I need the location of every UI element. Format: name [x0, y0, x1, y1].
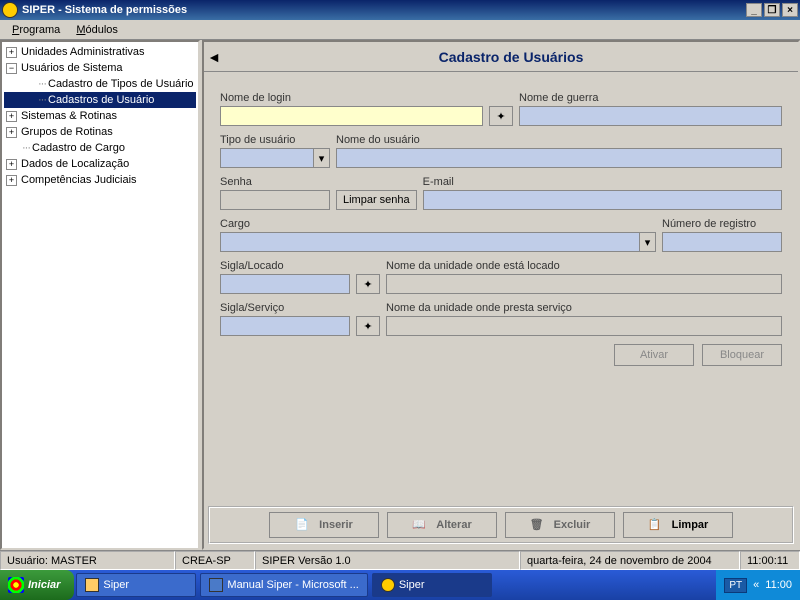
back-arrow-icon[interactable]: ◄ — [204, 49, 224, 65]
sigla-servico-input[interactable] — [220, 316, 350, 336]
system-tray: PT « 11:00 — [716, 570, 800, 600]
app-icon — [381, 578, 395, 592]
nome-usuario-input[interactable] — [336, 148, 782, 168]
chevron-down-icon[interactable]: ▾ — [639, 233, 655, 251]
folder-icon — [85, 578, 99, 592]
page-title: Cadastro de Usuários — [224, 49, 798, 65]
delete-icon: 🗑 — [530, 518, 544, 532]
label-cargo: Cargo — [220, 218, 656, 230]
titlebar: SIPER - Sistema de permissões _ ❐ × — [0, 0, 800, 20]
tray-clock: 11:00 — [765, 579, 792, 591]
task-siper-app[interactable]: Siper — [372, 573, 492, 597]
label-unidade-locado: Nome da unidade onde está locado — [386, 260, 782, 272]
app-icon — [2, 2, 18, 18]
window-title: SIPER - Sistema de permissões — [22, 4, 746, 16]
search-icon: ✦ — [496, 110, 505, 123]
excluir-button[interactable]: 🗑Excluir — [505, 512, 615, 538]
expand-icon[interactable]: + — [6, 175, 17, 186]
unidade-servico-input[interactable] — [386, 316, 782, 336]
tray-prev-icon[interactable]: « — [753, 579, 759, 591]
label-nome-login: Nome de login — [220, 92, 483, 104]
tree-cadastros-usuario[interactable]: Cadastros de Usuário — [4, 92, 196, 108]
maximize-button[interactable]: ❐ — [764, 3, 780, 17]
windows-icon — [8, 577, 24, 593]
expand-icon[interactable]: + — [6, 127, 17, 138]
search-icon: ✦ — [363, 320, 372, 333]
label-tipo-usuario: Tipo de usuário — [220, 134, 330, 146]
bloquear-button[interactable]: Bloquear — [702, 344, 782, 366]
status-version: SIPER Versão 1.0 — [255, 551, 520, 570]
sigla-locado-input[interactable] — [220, 274, 350, 294]
label-nome-guerra: Nome de guerra — [519, 92, 782, 104]
inserir-button[interactable]: 📄Inserir — [269, 512, 379, 538]
label-senha: Senha — [220, 176, 330, 188]
chevron-down-icon[interactable]: ▾ — [313, 149, 329, 167]
cargo-select[interactable]: ▾ — [220, 232, 656, 252]
unidade-locado-input[interactable] — [386, 274, 782, 294]
email-input[interactable] — [423, 190, 782, 210]
taskbar: Iniciar Siper Manual Siper - Microsoft .… — [0, 570, 800, 600]
menu-programa[interactable]: PProgramarograma — [4, 22, 68, 38]
tree-grupos-rotinas[interactable]: +Grupos de Rotinas — [4, 124, 196, 140]
tree-panel[interactable]: +Unidades Administrativas −Usuários de S… — [0, 40, 200, 550]
expand-icon[interactable]: + — [6, 159, 17, 170]
label-unidade-servico: Nome da unidade onde presta serviço — [386, 302, 782, 314]
tree-sistemas-rotinas[interactable]: +Sistemas & Rotinas — [4, 108, 196, 124]
menu-modulos[interactable]: Módulos — [68, 22, 126, 38]
alterar-button[interactable]: 📖Alterar — [387, 512, 497, 538]
limpar-button[interactable]: 📋Limpar — [623, 512, 733, 538]
bottom-toolbar: 📄Inserir 📖Alterar 🗑Excluir 📋Limpar — [208, 506, 794, 544]
status-time: 11:00:11 — [740, 551, 800, 570]
task-manual[interactable]: Manual Siper - Microsoft ... — [200, 573, 367, 597]
content-panel: ◄ Cadastro de Usuários Nome de login ✦ N… — [202, 40, 800, 550]
senha-input[interactable] — [220, 190, 330, 210]
ativar-button[interactable]: Ativar — [614, 344, 694, 366]
task-siper-folder[interactable]: Siper — [76, 573, 196, 597]
language-indicator[interactable]: PT — [724, 578, 747, 593]
start-button[interactable]: Iniciar — [0, 570, 74, 600]
menubar: PProgramarograma Módulos — [0, 20, 800, 40]
nome-login-input[interactable] — [220, 106, 483, 126]
expand-icon[interactable]: + — [6, 47, 17, 58]
expand-icon[interactable]: + — [6, 111, 17, 122]
label-nome-usuario: Nome do usuário — [336, 134, 782, 146]
search-icon: ✦ — [363, 278, 372, 291]
num-registro-input[interactable] — [662, 232, 782, 252]
label-email: E-mail — [423, 176, 782, 188]
insert-icon: 📄 — [295, 518, 309, 532]
minimize-button[interactable]: _ — [746, 3, 762, 17]
label-num-registro: Número de registro — [662, 218, 782, 230]
tipo-usuario-select[interactable]: ▾ — [220, 148, 330, 168]
limpar-senha-button[interactable]: Limpar senha — [336, 190, 417, 210]
status-org: CREA-SP — [175, 551, 255, 570]
tree-unidades-admin[interactable]: +Unidades Administrativas — [4, 44, 196, 60]
tree-cadastro-cargo[interactable]: Cadastro de Cargo — [4, 140, 196, 156]
tree-cadastro-tipos[interactable]: Cadastro de Tipos de Usuário — [4, 76, 196, 92]
clear-icon: 📋 — [648, 518, 662, 532]
lookup-locado-button[interactable]: ✦ — [356, 274, 380, 294]
tree-dados-localizacao[interactable]: +Dados de Localização — [4, 156, 196, 172]
label-sigla-servico: Sigla/Serviço — [220, 302, 350, 314]
form-area: Nome de login ✦ Nome de guerra Tipo de u… — [204, 72, 798, 502]
label-sigla-locado: Sigla/Locado — [220, 260, 350, 272]
tree-competencias[interactable]: +Competências Judiciais — [4, 172, 196, 188]
close-button[interactable]: × — [782, 3, 798, 17]
status-usuario: Usuário: MASTER — [0, 551, 175, 570]
lookup-login-button[interactable]: ✦ — [489, 106, 513, 126]
nome-guerra-input[interactable] — [519, 106, 782, 126]
word-icon — [209, 578, 223, 592]
status-date: quarta-feira, 24 de novembro de 2004 — [520, 551, 740, 570]
edit-icon: 📖 — [412, 518, 426, 532]
lookup-servico-button[interactable]: ✦ — [356, 316, 380, 336]
tree-usuarios-sistema[interactable]: −Usuários de Sistema — [4, 60, 196, 76]
statusbar: Usuário: MASTER CREA-SP SIPER Versão 1.0… — [0, 550, 800, 570]
collapse-icon[interactable]: − — [6, 63, 17, 74]
